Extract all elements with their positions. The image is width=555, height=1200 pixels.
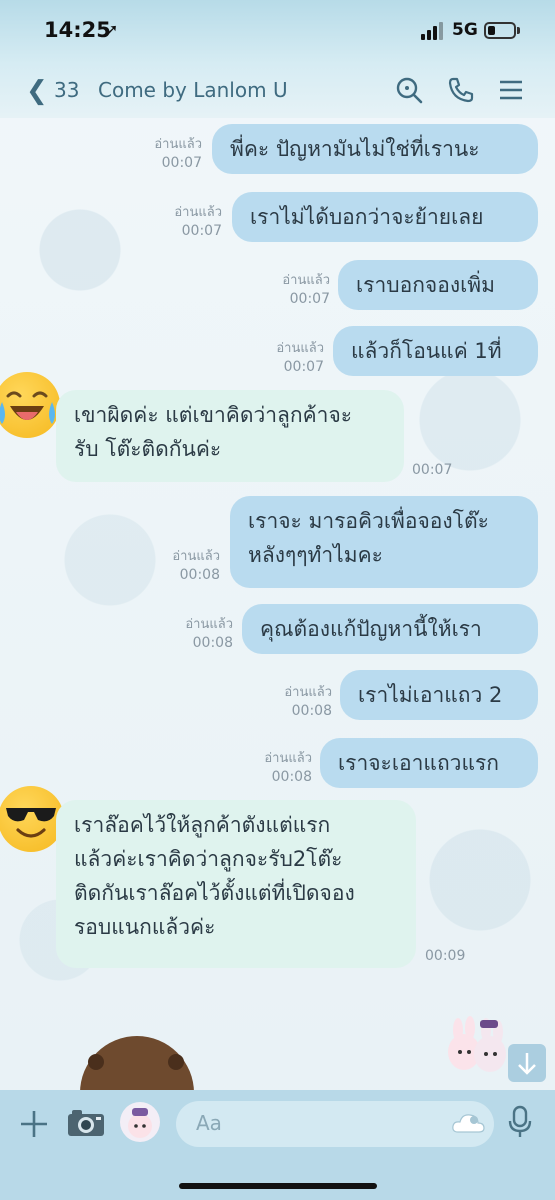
message-meta: อ่านแล้ว 00:07 [140, 136, 202, 172]
message-input-placeholder: Aa [196, 1111, 222, 1135]
received-message-bubble[interactable]: เราล๊อคไว้ให้ลูกค้าตังแต่แรก แล้วค่ะเราค… [56, 800, 416, 968]
unread-count[interactable]: 33 [54, 78, 79, 102]
message-text-line: หลังๆๆทำไมคะ [248, 543, 383, 567]
read-receipt: อ่านแล้ว [154, 137, 202, 152]
location-arrow-icon: ➚ [105, 20, 119, 39]
sent-message-bubble[interactable]: เราบอกจองเพิ่ม [338, 260, 538, 310]
battery-icon [484, 22, 516, 39]
camera-icon[interactable] [66, 1106, 106, 1140]
sent-message-bubble[interactable]: คุณต้องแก้ปัญหานี้ให้เรา [242, 604, 538, 654]
message-text: พี่คะ ปัญหามันไม่ใช่ที่เรานะ [230, 137, 480, 161]
read-receipt: อ่านแล้ว [276, 341, 324, 356]
laughing-crying-emoji-avatar[interactable] [0, 372, 60, 438]
message-time: 00:07 [161, 155, 202, 171]
message-text-line: รอบแนกแล้วค่ะ [74, 915, 216, 939]
message-meta: อ่านแล้ว 00:08 [270, 684, 332, 720]
message-text: แล้วก็โอนแค่ 1ที่ [351, 339, 502, 363]
network-label: 5G [452, 20, 478, 40]
message-time: 00:08 [291, 703, 332, 719]
message-text-line: แล้วค่ะเราคิดว่าลูกจะรับ2โต๊ะ [74, 847, 343, 871]
read-receipt: อ่านแล้ว [264, 751, 312, 766]
chevron-left-icon[interactable]: ❮ [26, 76, 48, 106]
message-meta: อ่านแล้ว 00:08 [158, 548, 220, 584]
message-meta: อ่านแล้ว 00:08 [171, 616, 233, 652]
message-meta: อ่านแล้ว 00:08 [250, 750, 312, 786]
message-meta: อ่านแล้ว 00:07 [268, 272, 330, 308]
battery-fill [488, 26, 496, 35]
sent-message-bubble[interactable]: แล้วก็โอนแค่ 1ที่ [333, 326, 538, 376]
signal-icon [421, 22, 447, 40]
sent-message-bubble[interactable]: เราจะ มารอคิวเพื่อจองโต๊ะ หลังๆๆทำไมคะ [230, 496, 538, 588]
message-text: เราจะเอาแถวแรก [338, 751, 499, 775]
message-time: 00:07 [181, 223, 222, 239]
chat-title[interactable]: Come by Lanlom U [98, 78, 288, 102]
battery-tip [517, 27, 520, 34]
sent-message-bubble[interactable]: เราไม่เอาแถว 2 [340, 670, 538, 720]
read-receipt: อ่านแล้ว [172, 549, 220, 564]
menu-icon[interactable] [496, 75, 526, 105]
message-meta: อ่านแล้ว 00:07 [262, 340, 324, 376]
message-meta: อ่านแล้ว 00:07 [160, 204, 222, 240]
status-bar: 14:25 ➚ 5G [0, 0, 555, 64]
message-time: 00:07 [283, 359, 324, 375]
message-time: 00:08 [192, 635, 233, 651]
message-time: 00:09 [425, 948, 466, 964]
scroll-to-bottom-button[interactable] [508, 1044, 546, 1082]
status-time: 14:25 [44, 18, 111, 42]
emoji-cloud-icon[interactable] [450, 1110, 486, 1136]
message-time: 00:07 [412, 462, 453, 478]
message-time: 00:07 [289, 291, 330, 307]
received-message-bubble[interactable]: เขาผิดค่ะ แต่เขาคิดว่าลูกค้าจะ รับ โต๊ะต… [56, 390, 404, 482]
bunny-sticker-icon [448, 1016, 506, 1072]
read-receipt: อ่านแล้ว [284, 685, 332, 700]
message-text: คุณต้องแก้ปัญหานี้ให้เรา [260, 617, 482, 641]
message-time: 00:08 [271, 769, 312, 785]
message-text-line: เขาผิดค่ะ แต่เขาคิดว่าลูกค้าจะ [74, 403, 353, 427]
message-text-line: ติดกันเราล๊อคไว้ตั้งแต่ที่เปิดจอง [74, 881, 355, 905]
sent-message-bubble[interactable]: เราไม่ได้บอกว่าจะย้ายเลย [232, 192, 538, 242]
sent-message-bubble[interactable]: เราจะเอาแถวแรก [320, 738, 538, 788]
message-time: 00:08 [179, 567, 220, 583]
microphone-icon[interactable] [506, 1104, 534, 1140]
laughing-crying-face-icon [0, 391, 55, 424]
sunglasses-face-icon [6, 808, 56, 838]
arrow-down-icon [518, 1053, 536, 1075]
message-text-line: รับ โต๊ะติดกันค่ะ [74, 437, 222, 461]
chat-header: ❮ 33 Come by Lanlom U [0, 64, 555, 118]
message-text-line: เราล๊อคไว้ให้ลูกค้าตังแต่แรก [74, 813, 331, 837]
sticker-icon[interactable] [118, 1100, 162, 1144]
phone-icon[interactable] [446, 75, 476, 105]
message-text-line: เราจะ มารอคิวเพื่อจองโต๊ะ [248, 509, 489, 533]
message-input[interactable] [176, 1101, 494, 1147]
read-receipt: อ่านแล้ว [174, 205, 222, 220]
read-receipt: อ่านแล้ว [185, 617, 233, 632]
message-text: เราไม่เอาแถว 2 [358, 683, 503, 707]
plus-icon[interactable] [18, 1108, 50, 1140]
sent-message-bubble[interactable]: พี่คะ ปัญหามันไม่ใช่ที่เรานะ [212, 124, 538, 174]
sunglasses-emoji-avatar[interactable] [0, 786, 64, 852]
message-text: เราบอกจองเพิ่ม [356, 273, 495, 297]
read-receipt: อ่านแล้ว [282, 273, 330, 288]
search-icon[interactable] [394, 75, 424, 105]
home-indicator [179, 1183, 377, 1189]
message-text: เราไม่ได้บอกว่าจะย้ายเลย [250, 205, 484, 229]
